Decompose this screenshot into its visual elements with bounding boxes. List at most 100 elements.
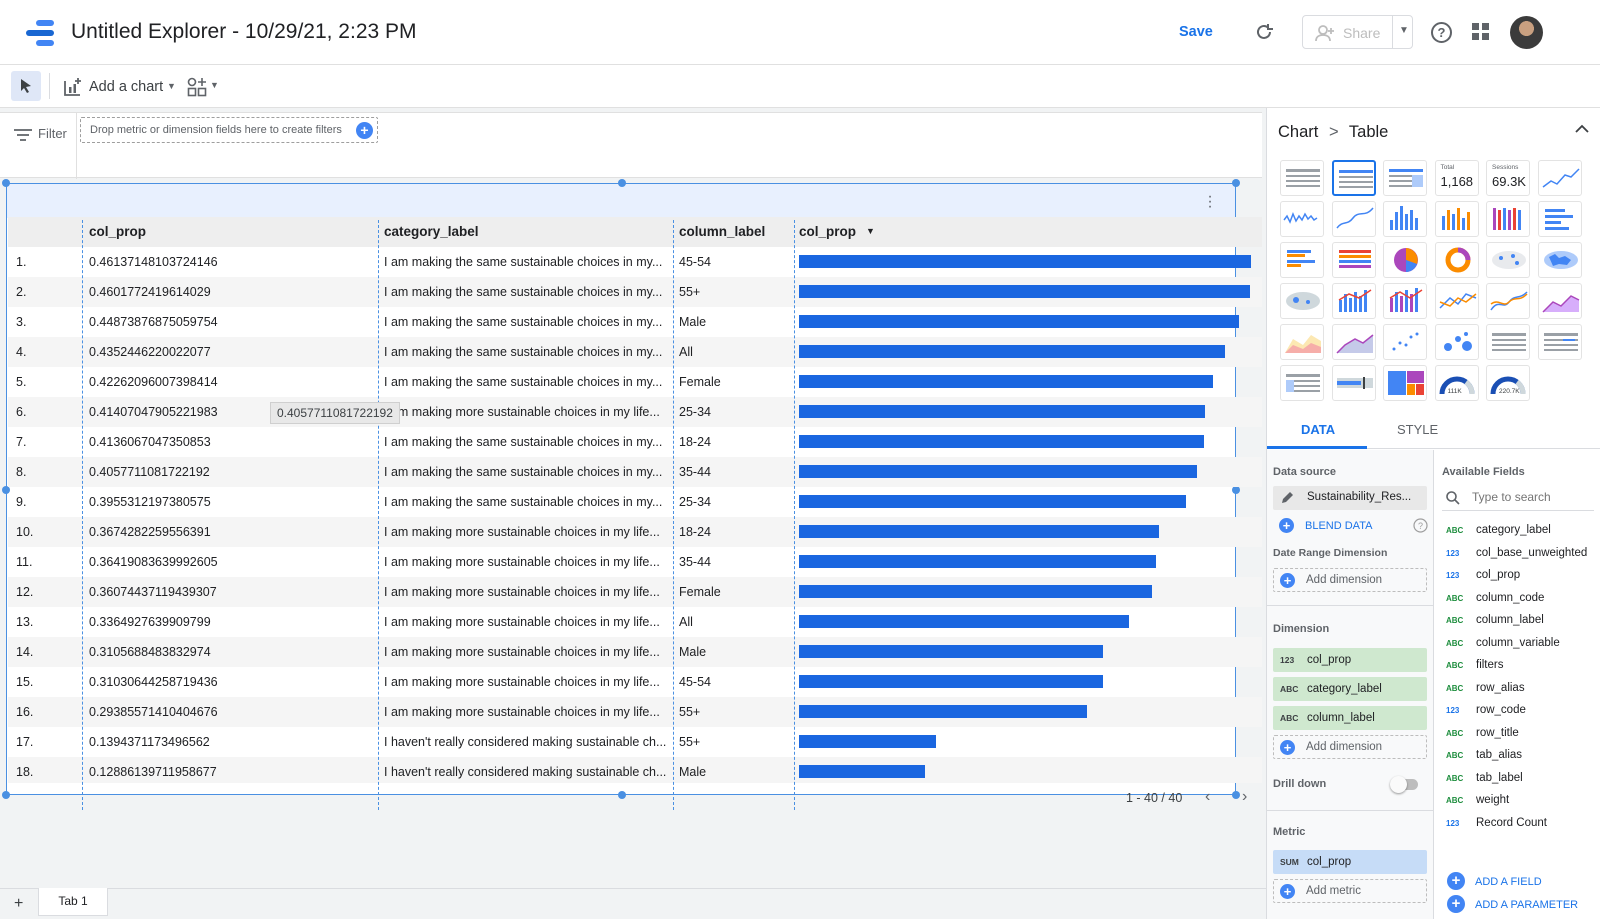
filter-drop-zone[interactable]: Drop metric or dimension fields here to …	[80, 117, 378, 143]
save-button[interactable]: Save	[1179, 24, 1213, 40]
available-field[interactable]: weight	[1476, 794, 1509, 806]
available-field[interactable]: col_base_unweighted	[1476, 547, 1587, 559]
geo-map-icon[interactable]	[1486, 242, 1530, 278]
scorecard-compact-icon[interactable]: Sessions 69.3K	[1486, 160, 1530, 196]
area-chart-icon[interactable]	[1537, 283, 1582, 319]
sort-desc-icon[interactable]: ▼	[866, 226, 875, 236]
grouped-column-icon[interactable]	[1434, 201, 1479, 237]
column-chart-icon[interactable]	[1383, 201, 1427, 237]
drill-down-toggle[interactable]	[1390, 776, 1418, 793]
table-row[interactable]: 3. 0.44873876875059754 I am making the sam…	[8, 307, 1262, 337]
dimension-chip[interactable]: ABC category_label	[1273, 677, 1427, 701]
bubble-map-icon[interactable]	[1280, 283, 1324, 319]
table-row[interactable]: 8. 0.4057711081722192 I am making the same…	[8, 457, 1262, 487]
collapse-chevron-icon[interactable]	[1575, 124, 1589, 134]
sparkline-icon[interactable]	[1280, 201, 1324, 237]
add-filter-icon[interactable]: +	[356, 122, 373, 139]
table-icon[interactable]	[1280, 160, 1324, 196]
stacked-bar-icon[interactable]	[1331, 242, 1376, 278]
available-field[interactable]: Record Count	[1476, 817, 1547, 829]
share-button[interactable]: Share ▼	[1302, 15, 1413, 49]
add-dimension[interactable]: + Add dimension	[1273, 735, 1427, 759]
gauge-compact-icon[interactable]: 220.7K	[1486, 365, 1530, 401]
add-parameter-button[interactable]: ADD A PARAMETER	[1475, 899, 1578, 911]
multi-line-icon[interactable]	[1434, 283, 1479, 319]
table-row[interactable]: 9. 0.3955312197380575 I am making the same…	[8, 487, 1262, 517]
field-search[interactable]	[1442, 486, 1594, 511]
scorecard-icon[interactable]: Total 1,168	[1434, 160, 1479, 196]
dimension-chip[interactable]: ABC column_label	[1273, 706, 1427, 730]
time-series-icon[interactable]	[1537, 160, 1582, 196]
add-field-plus-icon[interactable]: +	[1447, 872, 1465, 890]
table-bars-icon[interactable]	[1331, 160, 1376, 196]
available-field[interactable]: tab_label	[1476, 772, 1523, 784]
table-row[interactable]: 2. 0.4601772419614029 I am making the same…	[8, 277, 1262, 307]
donut-chart-icon[interactable]	[1434, 242, 1479, 278]
table-row[interactable]: 18. 0.12886139711958677 I haven't really c…	[8, 757, 1262, 783]
combo-chart-icon[interactable]	[1331, 283, 1376, 319]
table-row[interactable]: 12. 0.36074437119439307 I am making more s…	[8, 577, 1262, 607]
avatar[interactable]	[1510, 16, 1543, 49]
col-header-category-label[interactable]: category_label	[384, 224, 479, 239]
percent-area-icon[interactable]	[1331, 324, 1376, 360]
table-row[interactable]: 11. 0.36419083639992605 I am making more s…	[8, 547, 1262, 577]
table-row[interactable]: 1. 0.46137148103724146 I am making the sam…	[8, 247, 1262, 277]
pie-chart-icon[interactable]	[1383, 242, 1427, 278]
available-field[interactable]: category_label	[1476, 524, 1551, 536]
table-row[interactable]: 5. 0.42262096007398414 I am making the sam…	[8, 367, 1262, 397]
table-row[interactable]: 4. 0.4352446220022077 I am making the same…	[8, 337, 1262, 367]
share-dropdown-icon[interactable]: ▼	[1399, 25, 1409, 36]
bubble-chart-icon[interactable]	[1434, 324, 1479, 360]
tab-page-1[interactable]: Tab 1	[38, 888, 108, 916]
help-circle-icon[interactable]: ?	[1413, 518, 1428, 533]
table-heatmap-icon[interactable]	[1383, 160, 1427, 196]
pivot-table-icon[interactable]	[1486, 324, 1530, 360]
edit-pencil-icon[interactable]	[1280, 491, 1294, 505]
gauge-icon[interactable]: 111K	[1434, 365, 1479, 401]
help-icon[interactable]: ?	[1430, 21, 1453, 44]
add-date-dimension[interactable]: + Add dimension	[1273, 568, 1427, 592]
grouped-bar-icon[interactable]	[1280, 242, 1324, 278]
available-field[interactable]: filters	[1476, 659, 1503, 671]
metric-chip[interactable]: SUM col_prop	[1273, 850, 1427, 874]
data-source-chip[interactable]: Sustainability_Res...	[1273, 486, 1427, 510]
col-header-column-label[interactable]: column_label	[679, 224, 765, 239]
available-field[interactable]: row_title	[1476, 727, 1519, 739]
column-divider[interactable]	[82, 220, 83, 810]
more-vert-icon[interactable]: · · ·	[1205, 189, 1215, 215]
report-title[interactable]: Untitled Explorer - 10/29/21, 2:23 PM	[71, 20, 417, 44]
resize-handle[interactable]	[2, 179, 10, 187]
available-field[interactable]: column_variable	[1476, 637, 1560, 649]
available-field[interactable]: col_prop	[1476, 569, 1520, 581]
available-field[interactable]: tab_alias	[1476, 749, 1522, 761]
available-field[interactable]: row_code	[1476, 704, 1526, 716]
bar-chart-icon[interactable]	[1537, 201, 1582, 237]
multi-smooth-line-icon[interactable]	[1486, 283, 1530, 319]
add-chart-button[interactable]: Add a chart ▼	[63, 75, 181, 99]
resize-handle[interactable]	[618, 791, 626, 799]
filled-map-icon[interactable]	[1537, 242, 1582, 278]
available-field[interactable]: column_code	[1476, 592, 1544, 604]
treemap-icon[interactable]	[1383, 365, 1427, 401]
table-row[interactable]: 6. 0.41407047905221983 I am making more su…	[8, 397, 1262, 427]
select-tool-button[interactable]	[11, 71, 41, 101]
stacked-column-icon[interactable]	[1486, 201, 1530, 237]
blend-data-button[interactable]: BLEND DATA	[1305, 520, 1372, 532]
refresh-icon[interactable]	[1253, 21, 1275, 43]
bullet-chart-icon[interactable]	[1331, 365, 1376, 401]
column-divider[interactable]	[378, 220, 379, 810]
blend-data-plus-icon[interactable]: +	[1279, 518, 1294, 533]
apps-grid-icon[interactable]	[1472, 23, 1490, 41]
resize-handle[interactable]	[618, 179, 626, 187]
available-field[interactable]: column_label	[1476, 614, 1544, 626]
add-field-button[interactable]: ADD A FIELD	[1475, 876, 1542, 888]
col-header-col-prop-bar[interactable]: col_prop	[799, 224, 856, 239]
table-row[interactable]: 14. 0.3105688483832974 I am making more su…	[8, 637, 1262, 667]
table-row[interactable]: 15. 0.31030644258719436 I am making more s…	[8, 667, 1262, 697]
table-row[interactable]: 10. 0.3674282259556391 I am making more su…	[8, 517, 1262, 547]
resize-handle[interactable]	[1232, 791, 1240, 799]
table-row[interactable]: 13. 0.3364927639909799 I am making more su…	[8, 607, 1262, 637]
tab-data[interactable]: DATA	[1301, 422, 1335, 437]
add-control-button[interactable]: ▼	[187, 75, 221, 99]
table-row[interactable]: 17. 0.1394371173496562 I haven't really co…	[8, 727, 1262, 757]
